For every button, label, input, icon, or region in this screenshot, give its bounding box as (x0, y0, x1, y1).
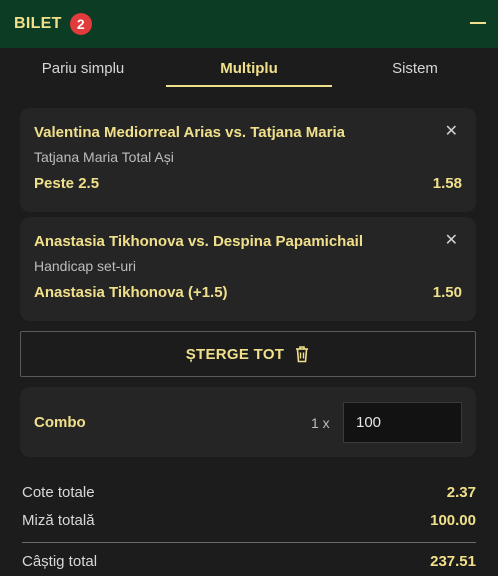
tab-sistem[interactable]: Sistem (332, 50, 498, 88)
selection-count-badge: 2 (69, 13, 92, 35)
market-name: Handicap set-uri (34, 258, 136, 274)
combo-label: Combo (34, 414, 86, 431)
selection-name: Peste 2.5 (34, 175, 100, 192)
match-name: Anastasia Tikhonova vs. Despina Papamich… (34, 233, 364, 250)
ticket-header[interactable]: BILET 2 (0, 0, 498, 48)
total-odds-label: Cote totale (22, 484, 95, 501)
trash-icon (294, 345, 310, 363)
clear-all-label: ȘTERGE TOT (185, 345, 285, 363)
selection-odd: 1.50 (432, 284, 462, 301)
clear-all-button[interactable]: ȘTERGE TOT (20, 331, 476, 377)
combo-stake-card: Combo 1 x (20, 387, 476, 457)
total-win-label: Câștig total (22, 553, 98, 570)
match-name: Valentina Mediorreal Arias vs. Tatjana M… (34, 124, 345, 141)
selection-name: Anastasia Tikhonova (+1.5) (34, 284, 228, 301)
bet-type-tabs: Pariu simplu Multiplu Sistem (0, 50, 498, 88)
bet-card: Anastasia Tikhonova vs. Despina Papamich… (20, 217, 476, 321)
ticket-title: BILET (14, 15, 62, 32)
selection-odd: 1.58 (432, 175, 462, 192)
stake-input[interactable] (343, 402, 462, 443)
total-win-value: 237.51 (430, 553, 476, 570)
summary-divider (22, 542, 476, 543)
total-stake-label: Miză totală (22, 512, 95, 529)
tab-multiplu[interactable]: Multiplu (166, 50, 332, 88)
close-icon[interactable]: ✕ (445, 124, 458, 140)
combo-multiplier: 1 x (311, 415, 330, 431)
minus-icon[interactable] (470, 22, 486, 24)
total-stake-value: 100.00 (430, 512, 476, 529)
bet-card: Valentina Mediorreal Arias vs. Tatjana M… (20, 108, 476, 212)
market-name: Tatjana Maria Total Ași (34, 149, 174, 165)
tab-pariu-simplu[interactable]: Pariu simplu (0, 50, 166, 88)
total-odds-value: 2.37 (446, 484, 476, 501)
close-icon[interactable]: ✕ (445, 233, 458, 249)
